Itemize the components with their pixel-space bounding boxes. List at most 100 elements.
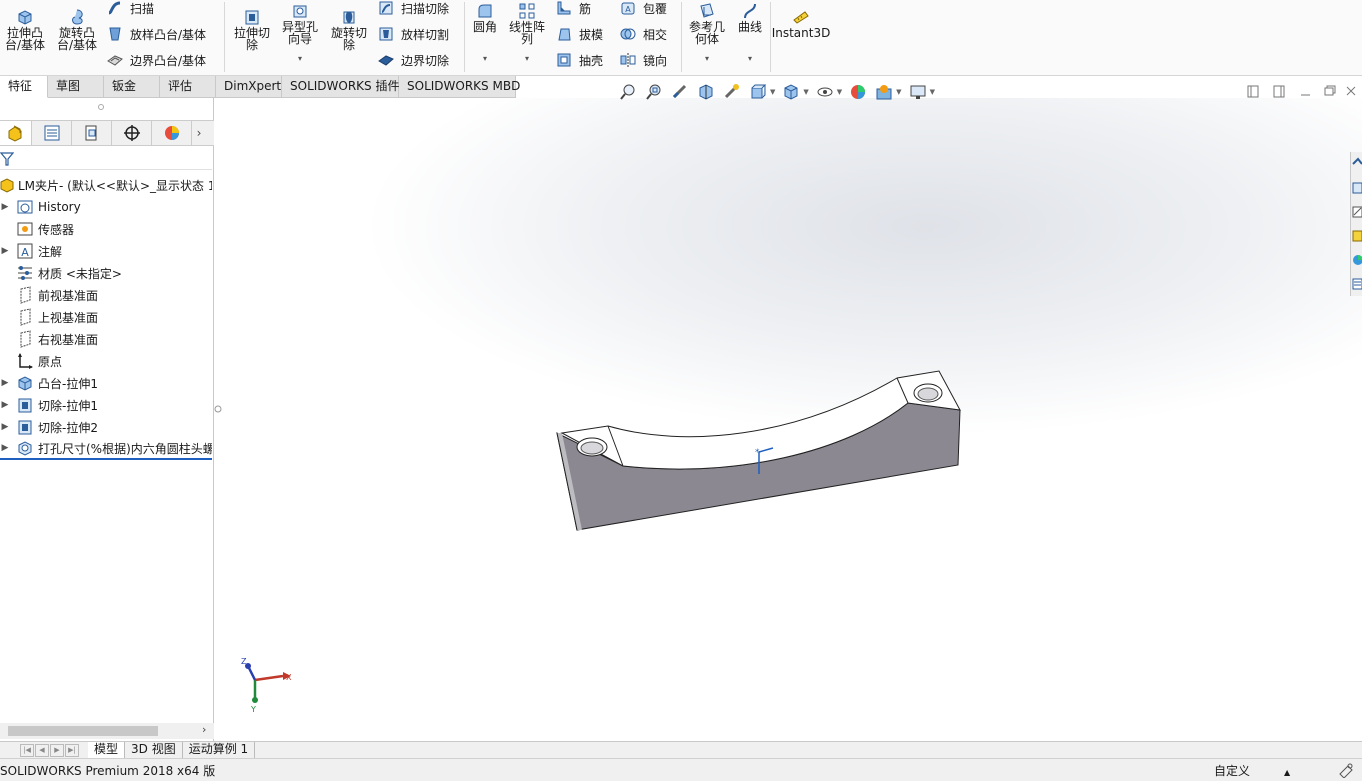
fillet-button[interactable]: 圆角 ▾ <box>468 2 502 65</box>
more-tabs-chevron-icon[interactable]: › <box>192 121 206 145</box>
first-tab-icon[interactable]: |◀ <box>20 743 34 757</box>
tile-right-icon[interactable] <box>1273 85 1285 98</box>
revolve-boss-button[interactable]: 旋转凸 台/基体 <box>54 8 100 51</box>
tree-item-annotations[interactable]: ▶ A 注解 <box>0 240 212 262</box>
sweep-button[interactable]: 扫描 <box>106 0 154 18</box>
tab-evaluate[interactable]: 评估 <box>160 76 216 98</box>
restore-icon[interactable] <box>1324 85 1336 96</box>
tree-item-right-plane[interactable]: 右视基准面 <box>0 328 212 350</box>
curves-button[interactable]: 曲线 ▾ <box>734 2 766 65</box>
dynamic-annotation-icon[interactable] <box>722 82 742 102</box>
property-manager-tab[interactable] <box>32 121 72 145</box>
tree-root-part[interactable]: LM夹片- (默认<<默认>_显示状态 1>) <box>0 174 212 196</box>
hole-wizard-dropdown-icon[interactable]: ▾ <box>298 53 302 65</box>
hide-show-items-icon[interactable] <box>815 82 835 102</box>
view-orientation-dropdown-icon[interactable]: ▼ <box>770 88 775 96</box>
tab-model[interactable]: 模型 <box>88 742 126 758</box>
tree-filter-row[interactable] <box>0 148 212 170</box>
shell-button[interactable]: 抽壳 <box>555 50 603 70</box>
configuration-manager-tab[interactable] <box>72 121 112 145</box>
tree-item-front-plane[interactable]: 前视基准面 <box>0 284 212 306</box>
prev-tab-icon[interactable]: ◀ <box>35 743 49 757</box>
tab-solidworks-addins[interactable]: SOLIDWORKS 插件 <box>282 76 399 98</box>
view-settings-dropdown-icon[interactable]: ▼ <box>930 88 935 96</box>
reference-geometry-button[interactable]: 参考几 何体 ▾ <box>685 2 729 65</box>
tab-dimxpert[interactable]: DimXpert <box>216 76 282 98</box>
zoom-to-fit-icon[interactable] <box>618 82 638 102</box>
solidworks-resources-icon[interactable] <box>1351 152 1362 176</box>
view-orientation-icon[interactable] <box>748 82 768 102</box>
apply-scene-icon[interactable] <box>874 82 894 102</box>
quick-tips-icon[interactable] <box>1338 762 1354 778</box>
appearances-icon[interactable] <box>1351 248 1362 272</box>
tab-sketch[interactable]: 草图 <box>48 76 104 98</box>
wrap-button[interactable]: A 包覆 <box>619 0 667 18</box>
custom-properties-icon[interactable] <box>1351 272 1362 296</box>
unit-system-selector[interactable]: 自定义 ▲ <box>1214 762 1290 779</box>
scroll-right-icon[interactable]: › <box>202 723 206 736</box>
graphics-area[interactable]: * X Y Z <box>215 98 1362 741</box>
hide-show-dropdown-icon[interactable]: ▼ <box>837 88 842 96</box>
display-style-dropdown-icon[interactable]: ▼ <box>803 88 808 96</box>
next-tab-icon[interactable]: ▶ <box>50 743 64 757</box>
tree-item-sensors[interactable]: 传感器 <box>0 218 212 240</box>
sweep-cut-button[interactable]: 扫描切除 <box>377 0 449 18</box>
panel-splitter-handle[interactable] <box>214 402 222 416</box>
tree-horizontal-scrollbar[interactable]: › <box>0 723 214 739</box>
tab-motion-study-1[interactable]: 运动算例 1 <box>183 742 256 758</box>
last-tab-icon[interactable]: ▶| <box>65 743 79 757</box>
draft-button[interactable]: 拔模 <box>555 24 603 44</box>
loft-boss-button[interactable]: 放样凸台/基体 <box>106 24 206 44</box>
display-manager-tab[interactable] <box>152 121 192 145</box>
tab-solidworks-mbd[interactable]: SOLIDWORKS MBD <box>399 76 520 98</box>
tab-features[interactable]: 特征 <box>0 76 48 98</box>
tree-item-top-plane[interactable]: 上视基准面 <box>0 306 212 328</box>
tab-3d-views[interactable]: 3D 视图 <box>125 742 183 758</box>
expand-arrow-icon[interactable]: ▶ <box>0 443 10 453</box>
mirror-button[interactable]: 镜向 <box>619 50 667 70</box>
tree-item-cut-extrude2[interactable]: ▶ 切除-拉伸2 <box>0 416 212 438</box>
extrude-boss-button[interactable]: 拉伸凸 台/基体 <box>2 8 48 51</box>
tab-sheet-metal[interactable]: 钣金 <box>104 76 160 98</box>
display-style-icon[interactable] <box>781 82 801 102</box>
apply-scene-dropdown-icon[interactable]: ▼ <box>896 88 901 96</box>
part-model[interactable]: * X Y Z <box>215 98 1362 741</box>
dimxpert-manager-tab[interactable] <box>112 121 152 145</box>
close-icon[interactable] <box>1346 86 1356 96</box>
tile-left-icon[interactable] <box>1247 85 1259 98</box>
expand-arrow-icon[interactable]: ▶ <box>0 422 10 432</box>
loft-cut-button[interactable]: 放样切割 <box>377 24 449 44</box>
file-explorer-icon[interactable] <box>1351 200 1362 224</box>
tree-item-origin[interactable]: 原点 <box>0 350 212 372</box>
intersect-button[interactable]: 相交 <box>619 24 667 44</box>
tree-item-history[interactable]: ▶ History <box>0 196 212 218</box>
view-palette-icon[interactable] <box>1351 224 1362 248</box>
revolve-cut-button[interactable]: 旋转切 除 <box>326 8 372 51</box>
design-library-icon[interactable] <box>1351 176 1362 200</box>
linear-pattern-dropdown-icon[interactable]: ▾ <box>525 53 529 65</box>
rib-button[interactable]: 筋 <box>555 0 591 18</box>
view-settings-icon[interactable] <box>908 82 928 102</box>
edit-appearance-icon[interactable] <box>848 82 868 102</box>
tree-item-hole-wizard[interactable]: ▶ 打孔尺寸(%根据)内六角圆柱头螺钉的柱形沉头孔1 <box>0 438 212 460</box>
instant3d-button[interactable]: Instant3D <box>772 8 830 39</box>
boundary-cut-button[interactable]: 边界切除 <box>377 50 449 70</box>
reference-geometry-dropdown-icon[interactable]: ▾ <box>705 53 709 65</box>
curves-dropdown-icon[interactable]: ▾ <box>748 53 752 65</box>
fillet-dropdown-icon[interactable]: ▾ <box>483 53 487 65</box>
scrollbar-thumb[interactable] <box>8 726 158 736</box>
boundary-boss-button[interactable]: 边界凸台/基体 <box>106 50 206 70</box>
expand-arrow-icon[interactable]: ▶ <box>0 378 10 388</box>
tree-item-cut-extrude1[interactable]: ▶ 切除-拉伸1 <box>0 394 212 416</box>
linear-pattern-button[interactable]: 线性阵 列 ▾ <box>506 2 548 65</box>
feature-manager-tab[interactable] <box>0 121 32 145</box>
panel-grip[interactable] <box>98 104 104 110</box>
expand-arrow-icon[interactable]: ▶ <box>0 246 10 256</box>
tree-item-boss-extrude1[interactable]: ▶ 凸台-拉伸1 <box>0 372 212 394</box>
previous-view-icon[interactable] <box>670 82 690 102</box>
tree-item-material[interactable]: 材质 <未指定> <box>0 262 212 284</box>
extrude-cut-button[interactable]: 拉伸切 除 <box>229 8 275 51</box>
expand-arrow-icon[interactable]: ▶ <box>0 202 10 212</box>
section-view-icon[interactable] <box>696 82 716 102</box>
unit-system-dropdown-icon[interactable]: ▲ <box>1284 768 1290 777</box>
